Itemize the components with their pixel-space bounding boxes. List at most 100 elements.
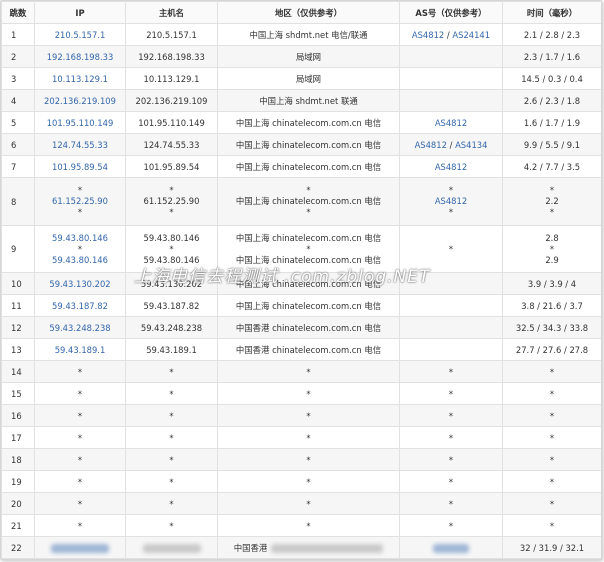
ip-cell: 59.43.187.82 [34,294,126,317]
ip-cell: * [34,448,126,471]
region-cell: * [217,426,400,449]
hostname-cell: * [125,514,218,537]
as-cell-line[interactable]: AS4812 [402,196,500,207]
table-row: 18 * * * * * [1,448,601,471]
time-cell: 2.3 / 1.7 / 1.6 [502,45,601,68]
hostname-cell: * [125,492,218,515]
hop-number: 14 [1,360,35,383]
as-cell [399,536,503,559]
hop-number: 8 [1,177,35,226]
region-cell: 中国上海 chinatelecom.com.cn 电信 [217,133,400,156]
header-ip: IP [34,1,126,24]
hostname-cell-line: * [169,243,174,254]
ip-link[interactable]: 210.5.157.1 [55,30,106,40]
hostname-cell: 210.5.157.1 [125,23,218,46]
as-link[interactable]: AS4812 [415,140,447,150]
ip-link[interactable]: 59.43.130.202 [49,279,110,289]
ip-cell-line: * [77,185,83,195]
region-cell: 中国上海 chinatelecom.com.cn 电信 * 中国上海 chinate… [217,225,400,273]
table-row: 12 59.43.248.238 59.43.248.238 中国香港 chinate… [1,316,601,339]
ip-link[interactable]: 59.43.189.1 [55,345,106,355]
hop-number: 17 [1,426,35,449]
table-row: 7 101.95.89.54 101.95.89.54 中国上海 chinatelec… [1,155,601,178]
ip-cell: * [34,514,126,537]
hop-number: 9 [1,225,35,273]
ip-cell: 101.95.110.149 [34,111,126,134]
as-cell [399,338,503,361]
table-row: 14 * * * * * [1,360,601,383]
ip-cell [34,536,126,559]
table-row: 22 中国香港 32 / 31.9 / 32.1 [1,536,601,559]
table-row: 4 202.136.219.109 202.136.219.109 中国上海 shdm… [1,89,601,112]
hostname-cell-line: 59.43.80.146 [143,254,200,265]
ip-cell: * [34,492,126,515]
as-cell: * [399,382,503,405]
time-cell: 1.6 / 1.7 / 1.9 [502,111,601,134]
ip-cell-line[interactable]: 59.43.80.146 [37,233,123,244]
redacted-hostname [142,543,201,553]
time-cell: 4.2 / 7.7 / 3.5 [502,155,601,178]
hostname-cell-line: 59.43.80.146 [143,232,200,243]
table-row: 19 * * * * * [1,470,601,493]
region-cell: 中国香港 chinatelecom.com.cn 电信 [217,316,400,339]
time-cell: * [502,360,601,383]
region-cell-line: 中国上海 chinatelecom.com.cn 电信 [235,196,382,206]
as-cell: * [399,448,503,471]
as-separator: / [446,139,456,150]
ip-link[interactable]: 59.43.248.238 [49,323,110,333]
traceroute-panel: 跳数 IP 主机名 地区（仅供参考） AS号（仅供参考） 时间（毫秒） 1 210… [0,0,602,560]
ip-cell: 210.5.157.1 [34,23,126,46]
hostname-cell: 202.136.219.109 [125,89,218,112]
header-hop: 跳数 [1,1,35,24]
hostname-cell: 59.43.130.202 [125,272,218,295]
as-link[interactable]: AS4134 [455,140,487,150]
time-cell-line: * [549,207,555,217]
table-row: 8 * 61.152.25.90 * * 61.152.25.90 * * 中国上海 china… [1,177,601,226]
header-as: AS号（仅供参考） [399,1,503,24]
region-cell: * [217,404,400,427]
ip-cell-line[interactable]: 59.43.80.146 [37,255,123,266]
ip-link[interactable]: 10.113.129.1 [52,74,108,84]
ip-cell-line[interactable]: 61.152.25.90 [37,196,123,207]
hostname-cell: * 61.152.25.90 * [125,177,218,226]
region-cell: * [217,448,400,471]
as-link[interactable]: AS24141 [452,30,490,40]
time-cell: 3.9 / 3.9 / 4 [502,272,601,295]
redacted-as [433,543,469,553]
ip-link[interactable]: 192.168.198.33 [47,52,114,62]
as-link[interactable]: AS4812 [435,118,467,128]
hop-number: 21 [1,514,35,537]
time-cell: 2.8 * 2.9 [502,225,601,273]
hostname-cell: * [125,382,218,405]
as-cell: AS4812 [399,155,503,178]
table-row: 6 124.74.55.33 124.74.55.33 中国上海 chinatelec… [1,133,601,156]
ip-link[interactable]: 202.136.219.109 [44,96,116,106]
as-cell-line: * [448,185,454,195]
ip-link[interactable]: 101.95.110.149 [47,118,114,128]
region-cell: * [217,470,400,493]
hop-number: 13 [1,338,35,361]
region-cell: 中国上海 shdmt.net 电信/联通 [217,23,400,46]
region-cell: 中国上海 chinatelecom.com.cn 电信 [217,272,400,295]
hostname-cell: 10.113.129.1 [125,67,218,90]
hop-number: 19 [1,470,35,493]
ip-link[interactable]: 124.74.55.33 [52,140,108,150]
table-row: 5 101.95.110.149 101.95.110.149 中国上海 chinat… [1,111,601,134]
table-row: 13 59.43.189.1 59.43.189.1 中国香港 chinateleco… [1,338,601,361]
region-cell-line: * [306,185,311,195]
region-cell-line: * [306,243,311,254]
time-cell: 9.9 / 5.5 / 9.1 [502,133,601,156]
as-link[interactable]: AS4812 [435,162,467,172]
region-cell: * [217,382,400,405]
ip-cell: 101.95.89.54 [34,155,126,178]
time-cell-line: * [549,243,555,254]
ip-link[interactable]: 101.95.89.54 [52,162,108,172]
ip-link[interactable]: 59.43.187.82 [52,301,108,311]
table-row: 3 10.113.129.1 10.113.129.1 局域网 14.5 / 0.3 /… [1,67,601,90]
time-cell-line: 2.2 [545,196,559,206]
time-cell: * [502,426,601,449]
ip-cell: * [34,360,126,383]
as-link[interactable]: AS4812 [412,30,444,40]
as-cell: * [399,492,503,515]
ip-cell: 124.74.55.33 [34,133,126,156]
